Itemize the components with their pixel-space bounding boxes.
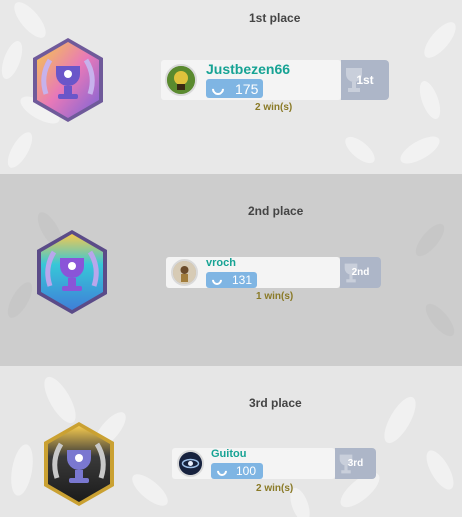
points-badge: 100 [211, 463, 263, 479]
wins-count: 1 win(s) [256, 291, 294, 302]
place-label: 3rd place [249, 396, 302, 410]
points-badge: 131 [206, 272, 257, 288]
refresh-icon [214, 463, 230, 479]
player-name-link[interactable]: Justbezen66 [206, 61, 290, 77]
refresh-icon [209, 272, 225, 288]
player-name-link[interactable]: vroch [206, 257, 236, 269]
avatar[interactable] [171, 259, 198, 286]
gold-trophy-medal-icon [33, 38, 103, 122]
points-value: 175 [235, 80, 259, 97]
points-value: 100 [236, 464, 257, 478]
wins-count: 2 win(s) [255, 102, 293, 113]
points-value: 131 [232, 273, 253, 287]
player-card[interactable]: vroch 131 2nd [166, 257, 381, 288]
rank-tag: 3rd [335, 448, 376, 479]
player-name-link[interactable]: Guitou [211, 448, 246, 460]
silver-trophy-medal-icon [37, 230, 107, 314]
player-card[interactable]: Justbezen66 175 1st [161, 60, 389, 100]
rank-tag: 1st [341, 60, 389, 100]
bronze-trophy-medal-icon [44, 422, 114, 506]
rank-tag: 2nd [340, 257, 381, 288]
avatar[interactable] [165, 64, 197, 96]
wins-count: 2 win(s) [256, 483, 294, 494]
place-label: 2nd place [248, 204, 304, 218]
player-card[interactable]: Guitou 100 3rd [172, 448, 376, 479]
points-badge: 175 [206, 79, 263, 98]
refresh-icon [209, 80, 227, 97]
avatar[interactable] [177, 450, 204, 477]
place-label: 1st place [249, 11, 301, 25]
